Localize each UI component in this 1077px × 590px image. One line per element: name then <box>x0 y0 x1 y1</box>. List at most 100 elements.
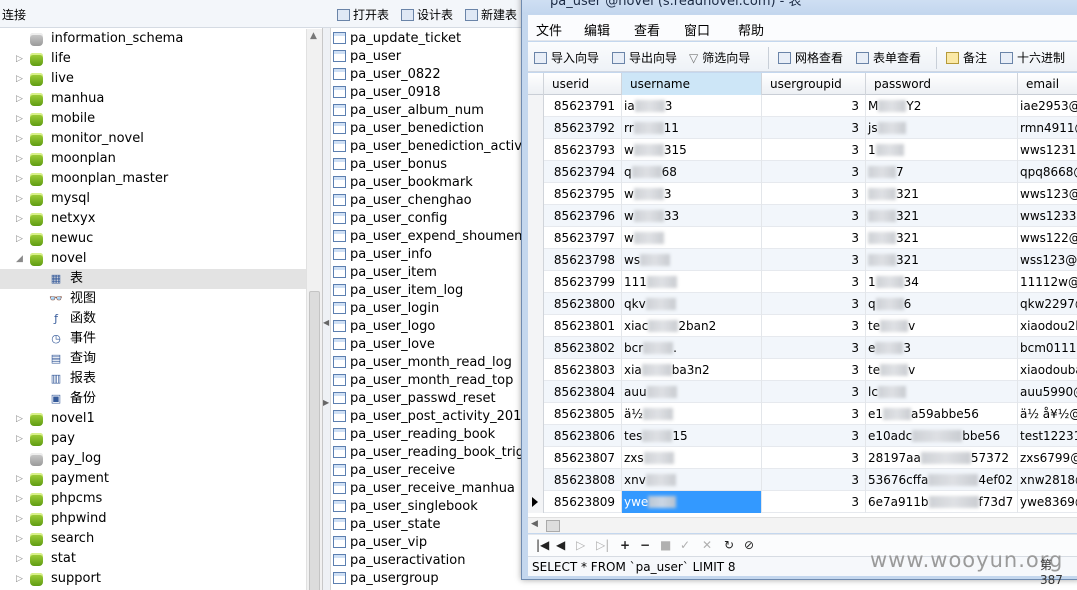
memo-button[interactable]: 备注 <box>946 49 987 66</box>
cell-userid[interactable]: 85623802 <box>544 337 622 359</box>
table-list-item[interactable]: pa_user_reading_book_trigger <box>333 444 546 462</box>
cell-password[interactable]: js <box>866 117 1018 139</box>
cell-email[interactable]: rmn4911@ <box>1018 117 1077 139</box>
cell-usergroupid[interactable]: 3 <box>762 293 866 315</box>
expand-arrow-icon[interactable]: ▷ <box>16 129 26 149</box>
cell-email[interactable]: zxs6799@ <box>1018 447 1077 469</box>
table-list-item[interactable]: pa_user_month_read_log <box>333 354 533 372</box>
tree-item-db[interactable]: ▷ life <box>0 49 306 69</box>
table-list-item[interactable]: pa_user_bonus <box>333 156 533 174</box>
row-selector[interactable] <box>528 271 544 293</box>
tree-scrollbar[interactable]: ▲ <box>306 29 322 590</box>
collapse-right-icon[interactable]: ▶ <box>323 398 329 407</box>
hex-button[interactable]: 十六进制 <box>1000 49 1065 66</box>
expand-arrow-icon[interactable]: ▷ <box>16 529 26 549</box>
cell-username[interactable]: xnv <box>622 469 762 491</box>
new-table-button[interactable]: 新建表 <box>465 6 517 23</box>
table-row[interactable]: 85623809ywe 36e7a911b f73d7 ywe8369@ <box>528 491 1077 513</box>
stop-icon[interactable]: ■ <box>660 538 671 552</box>
cell-email[interactable]: wws122@a <box>1018 227 1077 249</box>
cell-username[interactable]: xiac 2ban2 <box>622 315 762 337</box>
cell-userid[interactable]: 85623791 <box>544 95 622 117</box>
cell-usergroupid[interactable]: 3 <box>762 469 866 491</box>
cell-email[interactable]: 11112w@a <box>1018 271 1077 293</box>
table-list-item[interactable]: pa_user_vip <box>333 534 533 552</box>
cell-userid[interactable]: 85623804 <box>544 381 622 403</box>
row-selector[interactable] <box>528 337 544 359</box>
scroll-up-icon[interactable]: ▲ <box>310 31 317 41</box>
row-selector[interactable] <box>528 227 544 249</box>
table-list-item[interactable]: pa_user_state <box>333 516 533 534</box>
expand-arrow-icon[interactable]: ▷ <box>16 569 26 589</box>
cell-username[interactable]: ä½ <box>622 403 762 425</box>
table-list-item[interactable]: pa_user_receive <box>333 462 533 480</box>
column-header-email[interactable]: email <box>1018 73 1077 95</box>
cancel-icon[interactable]: ✕ <box>702 538 712 552</box>
cell-usergroupid[interactable]: 3 <box>762 359 866 381</box>
cell-username[interactable]: ywe <box>622 491 762 513</box>
apply-icon[interactable]: ✓ <box>680 538 690 552</box>
cell-email[interactable]: wws12315 <box>1018 139 1077 161</box>
expand-arrow-icon[interactable]: ▷ <box>16 409 26 429</box>
cell-password[interactable]: 1 34 <box>866 271 1018 293</box>
cell-username[interactable]: zxs <box>622 447 762 469</box>
cell-password[interactable]: te v <box>866 359 1018 381</box>
expand-arrow-icon[interactable]: ▷ <box>16 169 26 189</box>
expanded-arrow-icon[interactable]: ◢ <box>16 249 26 269</box>
expand-arrow-icon[interactable]: ▷ <box>16 89 26 109</box>
table-row[interactable]: 85623802bcr.3e3bcm0111@ <box>528 337 1077 359</box>
tree-item-db[interactable]: ▷ mysql <box>0 189 306 209</box>
table-row[interactable]: 85623806 tes 15 3 e10adc bbe56 test12231 <box>528 425 1077 447</box>
cell-userid[interactable]: 85623797 <box>544 227 622 249</box>
cell-userid[interactable]: 85623805 <box>544 403 622 425</box>
panel-splitter[interactable]: ◀ ▶ <box>323 28 331 590</box>
expand-arrow-icon[interactable]: ▷ <box>16 229 26 249</box>
table-row[interactable]: 85623807 zxs 3 28197aa 57372 zxs6799@ <box>528 447 1077 469</box>
cell-password[interactable]: q6 <box>866 293 1018 315</box>
cell-email[interactable]: wws1233@ <box>1018 205 1077 227</box>
cell-email[interactable]: ä½ å¥½@ <box>1018 403 1077 425</box>
tree-item-db[interactable]: ▷ stat <box>0 549 306 569</box>
table-row[interactable]: 85623798ws 3 321 wss123@a <box>528 249 1077 271</box>
cell-usergroupid[interactable]: 3 <box>762 227 866 249</box>
cell-userid[interactable]: 85623798 <box>544 249 622 271</box>
tree-item-db[interactable]: ▷ phpwind <box>0 509 306 529</box>
expand-arrow-icon[interactable]: ▷ <box>16 469 26 489</box>
tree-item-query[interactable]: ▤ 查询 <box>0 349 306 369</box>
tree-item-db[interactable]: ▷ novel1 <box>0 409 306 429</box>
table-row[interactable]: 85623791 ia 3 3 M Y2 iae2953@ <box>528 95 1077 117</box>
tree-item-db[interactable]: ▷ search <box>0 529 306 549</box>
table-row[interactable]: 85623804auu 3lc auu5990@ <box>528 381 1077 403</box>
table-list-item[interactable]: pa_user_item <box>333 264 533 282</box>
tree-item-table[interactable]: ▦ 表 <box>0 269 306 289</box>
data-grid[interactable]: userid username usergroupid password ema… <box>528 73 1077 517</box>
table-list-item[interactable]: pa_user_info <box>333 246 533 264</box>
tree-item-db[interactable]: ▷ manhua <box>0 89 306 109</box>
next-record-icon[interactable]: ▷ <box>576 538 585 552</box>
cell-username[interactable]: w <box>622 227 762 249</box>
row-selector[interactable] <box>528 139 544 161</box>
cell-usergroupid[interactable]: 3 <box>762 139 866 161</box>
cell-username[interactable]: qkv <box>622 293 762 315</box>
table-list-item[interactable]: pa_user_logo <box>333 318 533 336</box>
cell-usergroupid[interactable]: 3 <box>762 95 866 117</box>
table-list-item[interactable]: pa_user_singlebook <box>333 498 533 516</box>
table-row[interactable]: 85623794q 68 3 7 qpq8668@ <box>528 161 1077 183</box>
cell-usergroupid[interactable]: 3 <box>762 161 866 183</box>
expand-arrow-icon[interactable]: ▷ <box>16 209 26 229</box>
tree-item-db[interactable]: ▷ moonplan_master <box>0 169 306 189</box>
window-title[interactable]: pa_user @novel (s.readnovel.com) - 表 <box>522 0 1077 14</box>
cell-password[interactable]: 321 <box>866 227 1018 249</box>
cell-userid[interactable]: 85623809 <box>544 491 622 513</box>
cell-password[interactable]: 1 <box>866 139 1018 161</box>
row-selector[interactable] <box>528 359 544 381</box>
row-selector[interactable] <box>528 315 544 337</box>
table-row[interactable]: 85623803 xia ba3n2 3 te v xiaodouba <box>528 359 1077 381</box>
expand-arrow-icon[interactable]: ▷ <box>16 149 26 169</box>
collapse-left-icon[interactable]: ◀ <box>323 318 329 327</box>
form-view-button[interactable]: 表单查看 <box>856 49 921 66</box>
tree-item-db[interactable]: ▷ moonplan <box>0 149 306 169</box>
table-row[interactable]: 85623800qkv3q6qkw2297@ <box>528 293 1077 315</box>
row-selector[interactable] <box>528 205 544 227</box>
cell-userid[interactable]: 85623793 <box>544 139 622 161</box>
